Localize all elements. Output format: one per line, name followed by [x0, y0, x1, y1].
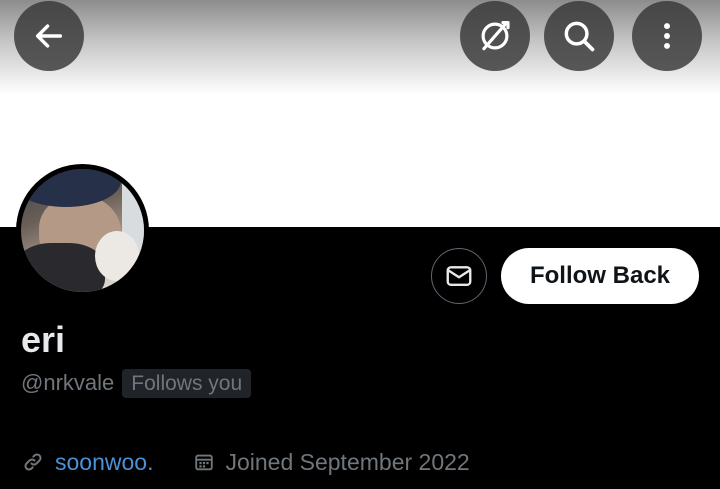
avatar[interactable] [16, 164, 149, 297]
follow-back-button[interactable]: Follow Back [501, 248, 699, 304]
translate-off-button[interactable] [460, 1, 530, 71]
back-button[interactable] [14, 1, 84, 71]
website-link[interactable]: soonwoo. [55, 446, 153, 478]
more-options-button[interactable] [632, 1, 702, 71]
envelope-icon [446, 266, 472, 286]
website-item: soonwoo. [21, 446, 153, 478]
more-vertical-icon [664, 23, 670, 49]
joined-date: Joined September 2022 [225, 449, 470, 475]
calendar-icon [195, 454, 214, 471]
search-icon [564, 21, 595, 52]
profile-meta-row: soonwoo. Joined September 2022 [21, 446, 470, 478]
arrow-left-icon [35, 24, 63, 48]
profile-page: Follow Back eri @nrkvale Follows you soo… [0, 0, 720, 489]
link-icon [24, 453, 42, 471]
avatar-photo [21, 169, 144, 292]
follows-you-badge: Follows you [122, 368, 252, 398]
search-button[interactable] [544, 1, 614, 71]
username-handle: @nrkvale [21, 370, 115, 395]
joined-item: Joined September 2022 [193, 446, 470, 478]
message-button[interactable] [431, 248, 487, 304]
display-name: eri [21, 319, 66, 360]
handle-row: @nrkvale Follows you [21, 368, 252, 398]
translate-off-icon [481, 20, 510, 51]
